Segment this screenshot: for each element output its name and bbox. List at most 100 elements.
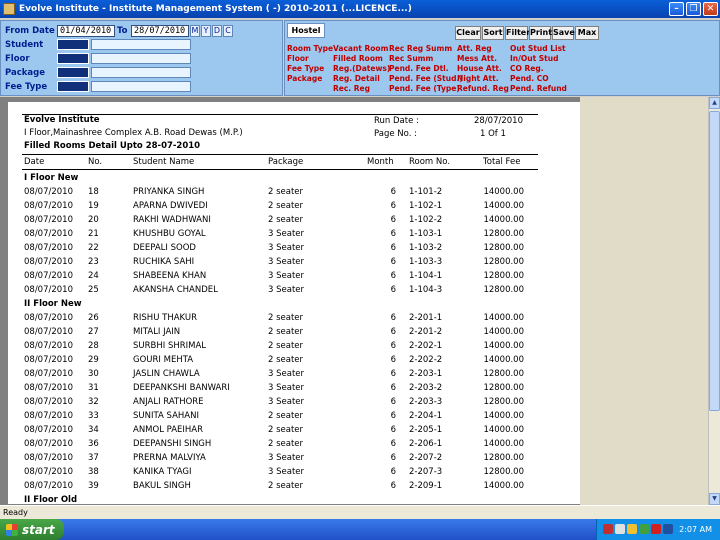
- scroll-up-icon[interactable]: ▲: [709, 97, 720, 109]
- link-vacant-room[interactable]: Vacant Room: [333, 44, 388, 53]
- max-button[interactable]: Max: [575, 26, 599, 40]
- col-no: No.: [88, 157, 103, 167]
- tray-app-icon[interactable]: [603, 524, 613, 534]
- row-no: 37: [88, 453, 99, 463]
- table-row[interactable]: 08/07/2010 28 SURBHI SHRIMAL 2 seater 6 2-202…: [8, 339, 580, 353]
- save-button[interactable]: Save: [552, 26, 575, 40]
- table-row[interactable]: 08/07/2010 32 ANJALI RATHORE 3 Seater 6 2-203…: [8, 395, 580, 409]
- floor-code-field[interactable]: [57, 53, 89, 64]
- link-package[interactable]: Package: [287, 74, 322, 83]
- row-student-name: APARNA DWIVEDI: [133, 201, 208, 211]
- fee-type-name-field[interactable]: [91, 81, 191, 92]
- table-row[interactable]: 08/07/2010 36 DEEPANSHI SINGH 2 seater 6 2-20…: [8, 437, 580, 451]
- link-rec-reg[interactable]: Rec. Reg: [333, 84, 370, 93]
- table-row[interactable]: 08/07/2010 27 MITALI JAIN 2 seater 6 2-201-2 1…: [8, 325, 580, 339]
- tray-volume-icon[interactable]: [663, 524, 673, 534]
- link-pend-co[interactable]: Pend. CO: [510, 74, 549, 83]
- link-pend-fee-dtl[interactable]: Pend. Fee Dtl.: [389, 64, 449, 73]
- sort-button[interactable]: Sort: [482, 26, 504, 40]
- close-button[interactable]: ✕: [703, 2, 718, 16]
- row-total-fee: 12800.00: [483, 467, 524, 477]
- maximize-button[interactable]: ❐: [686, 2, 701, 16]
- start-label: start: [22, 522, 55, 537]
- link-in-out-stud[interactable]: In/Out Stud: [510, 54, 558, 63]
- table-row[interactable]: 08/07/2010 33 SUNITA SAHANI 2 seater 6 2-204-…: [8, 409, 580, 423]
- tray-network-icon[interactable]: [615, 524, 625, 534]
- link-floor[interactable]: Floor: [287, 54, 309, 63]
- period-custom-button[interactable]: C: [223, 24, 233, 37]
- period-month-button[interactable]: M: [190, 24, 200, 37]
- table-row[interactable]: 08/07/2010 22 DEEPALI SOOD 3 Seater 6 1-103-2…: [8, 241, 580, 255]
- row-month: 6: [390, 215, 396, 225]
- link-rec-reg-summ[interactable]: Rec Reg Summ: [389, 44, 452, 53]
- table-row[interactable]: 08/07/2010 24 SHABEENA KHAN 3 Seater 6 1-104-…: [8, 269, 580, 283]
- table-row[interactable]: 08/07/2010 25 AKANSHA CHANDEL 3 Seater 6 1-10…: [8, 283, 580, 297]
- tray-safe-icon[interactable]: [639, 524, 649, 534]
- tray-antivirus-icon[interactable]: [651, 524, 661, 534]
- link-house-att[interactable]: House Att.: [457, 64, 502, 73]
- report-institute-name: Evolve Institute: [24, 115, 100, 125]
- table-row[interactable]: 08/07/2010 39 BAKUL SINGH 2 seater 6 2-209-1 1…: [8, 479, 580, 493]
- scroll-down-icon[interactable]: ▼: [709, 493, 720, 505]
- table-row[interactable]: 08/07/2010 20 RAKHI WADHWANI 2 seater 6 1-102…: [8, 213, 580, 227]
- row-student-name: SURBHI SHRIMAL: [133, 341, 207, 351]
- table-row[interactable]: 08/07/2010 21 KHUSHBU GOYAL 3 Seater 6 1-103-…: [8, 227, 580, 241]
- page-no-label: Page No. :: [374, 129, 417, 139]
- link-fee-type[interactable]: Fee Type: [287, 64, 324, 73]
- row-package: 2 seater: [268, 341, 304, 351]
- package-name-field[interactable]: [91, 67, 191, 78]
- run-date-value: 28/07/2010: [474, 116, 523, 126]
- tray-shield-icon[interactable]: [627, 524, 637, 534]
- scroll-thumb[interactable]: [709, 111, 720, 411]
- table-row[interactable]: 08/07/2010 29 GOURI MEHTA 2 seater 6 2-202-2 1…: [8, 353, 580, 367]
- link-pend-fee-type[interactable]: Pend. Fee (Type): [389, 84, 460, 93]
- link-pend-fee-stud[interactable]: Pend. Fee (Stud.): [389, 74, 463, 83]
- package-code-field[interactable]: [57, 67, 89, 78]
- table-row[interactable]: 08/07/2010 19 APARNA DWIVEDI 2 seater 6 1-102…: [8, 199, 580, 213]
- filter-button[interactable]: Filter: [505, 26, 530, 40]
- link-pend-refund[interactable]: Pend. Refund: [510, 84, 567, 93]
- table-row[interactable]: 08/07/2010 18 PRIYANKA SINGH 2 seater 6 1-101…: [8, 185, 580, 199]
- row-month: 6: [390, 369, 396, 379]
- row-student-name: KANIKA TYAGI: [133, 467, 192, 477]
- print-button[interactable]: Print: [529, 26, 552, 40]
- period-day-button[interactable]: D: [212, 24, 222, 37]
- table-row[interactable]: 08/07/2010 30 JASLIN CHAWLA 3 Seater 6 2-203-…: [8, 367, 580, 381]
- link-out-stud-list[interactable]: Out Stud List: [510, 44, 566, 53]
- to-date-input[interactable]: 28/07/2010: [131, 24, 189, 37]
- link-refund-reg[interactable]: Refund. Reg: [457, 84, 509, 93]
- vertical-scrollbar[interactable]: ▲ ▼: [708, 97, 720, 505]
- row-date: 08/07/2010: [24, 257, 73, 267]
- link-night-att[interactable]: Night Att.: [457, 74, 499, 83]
- row-no: 29: [88, 355, 99, 365]
- row-package: 2 seater: [268, 215, 304, 225]
- row-total-fee: 12800.00: [483, 243, 524, 253]
- table-row[interactable]: 08/07/2010 34 ANMOL PAEIHAR 2 seater 6 2-205-…: [8, 423, 580, 437]
- table-row[interactable]: 08/07/2010 31 DEEPANKSHI BANWARI 3 Seater 6 2…: [8, 381, 580, 395]
- link-mess-att[interactable]: Mess Att.: [457, 54, 497, 63]
- table-row[interactable]: 08/07/2010 37 PRERNA MALVIYA 3 Seater 6 2-207…: [8, 451, 580, 465]
- link-att-reg[interactable]: Att. Reg: [457, 44, 492, 53]
- floor-name-field[interactable]: [91, 53, 191, 64]
- row-no: 28: [88, 341, 99, 351]
- student-name-field[interactable]: [91, 39, 191, 50]
- from-date-input[interactable]: 01/04/2010: [57, 24, 115, 37]
- link-reg-datews[interactable]: Reg.(Datews): [333, 64, 390, 73]
- group-header: II Floor New: [24, 299, 82, 309]
- minimize-button[interactable]: –: [669, 2, 684, 16]
- start-button[interactable]: start: [0, 519, 64, 540]
- student-code-field[interactable]: [57, 39, 89, 50]
- table-row[interactable]: 08/07/2010 23 RUCHIKA SAHI 3 Seater 6 1-103-3…: [8, 255, 580, 269]
- link-reg-detail[interactable]: Reg. Detail: [333, 74, 380, 83]
- row-month: 6: [390, 411, 396, 421]
- table-row[interactable]: 08/07/2010 26 RISHU THAKUR 2 seater 6 2-201-1…: [8, 311, 580, 325]
- tab-hostel[interactable]: Hostel: [287, 23, 325, 38]
- link-room-type[interactable]: Room Type: [287, 44, 333, 53]
- link-co-reg[interactable]: CO Reg.: [510, 64, 544, 73]
- link-filled-room[interactable]: Filled Room: [333, 54, 383, 63]
- period-year-button[interactable]: Y: [201, 24, 211, 37]
- fee-type-code-field[interactable]: [57, 81, 89, 92]
- link-rec-summ[interactable]: Rec Summ: [389, 54, 433, 63]
- clear-button[interactable]: Clear: [455, 26, 481, 40]
- table-row[interactable]: 08/07/2010 38 KANIKA TYAGI 3 Seater 6 2-207-3…: [8, 465, 580, 479]
